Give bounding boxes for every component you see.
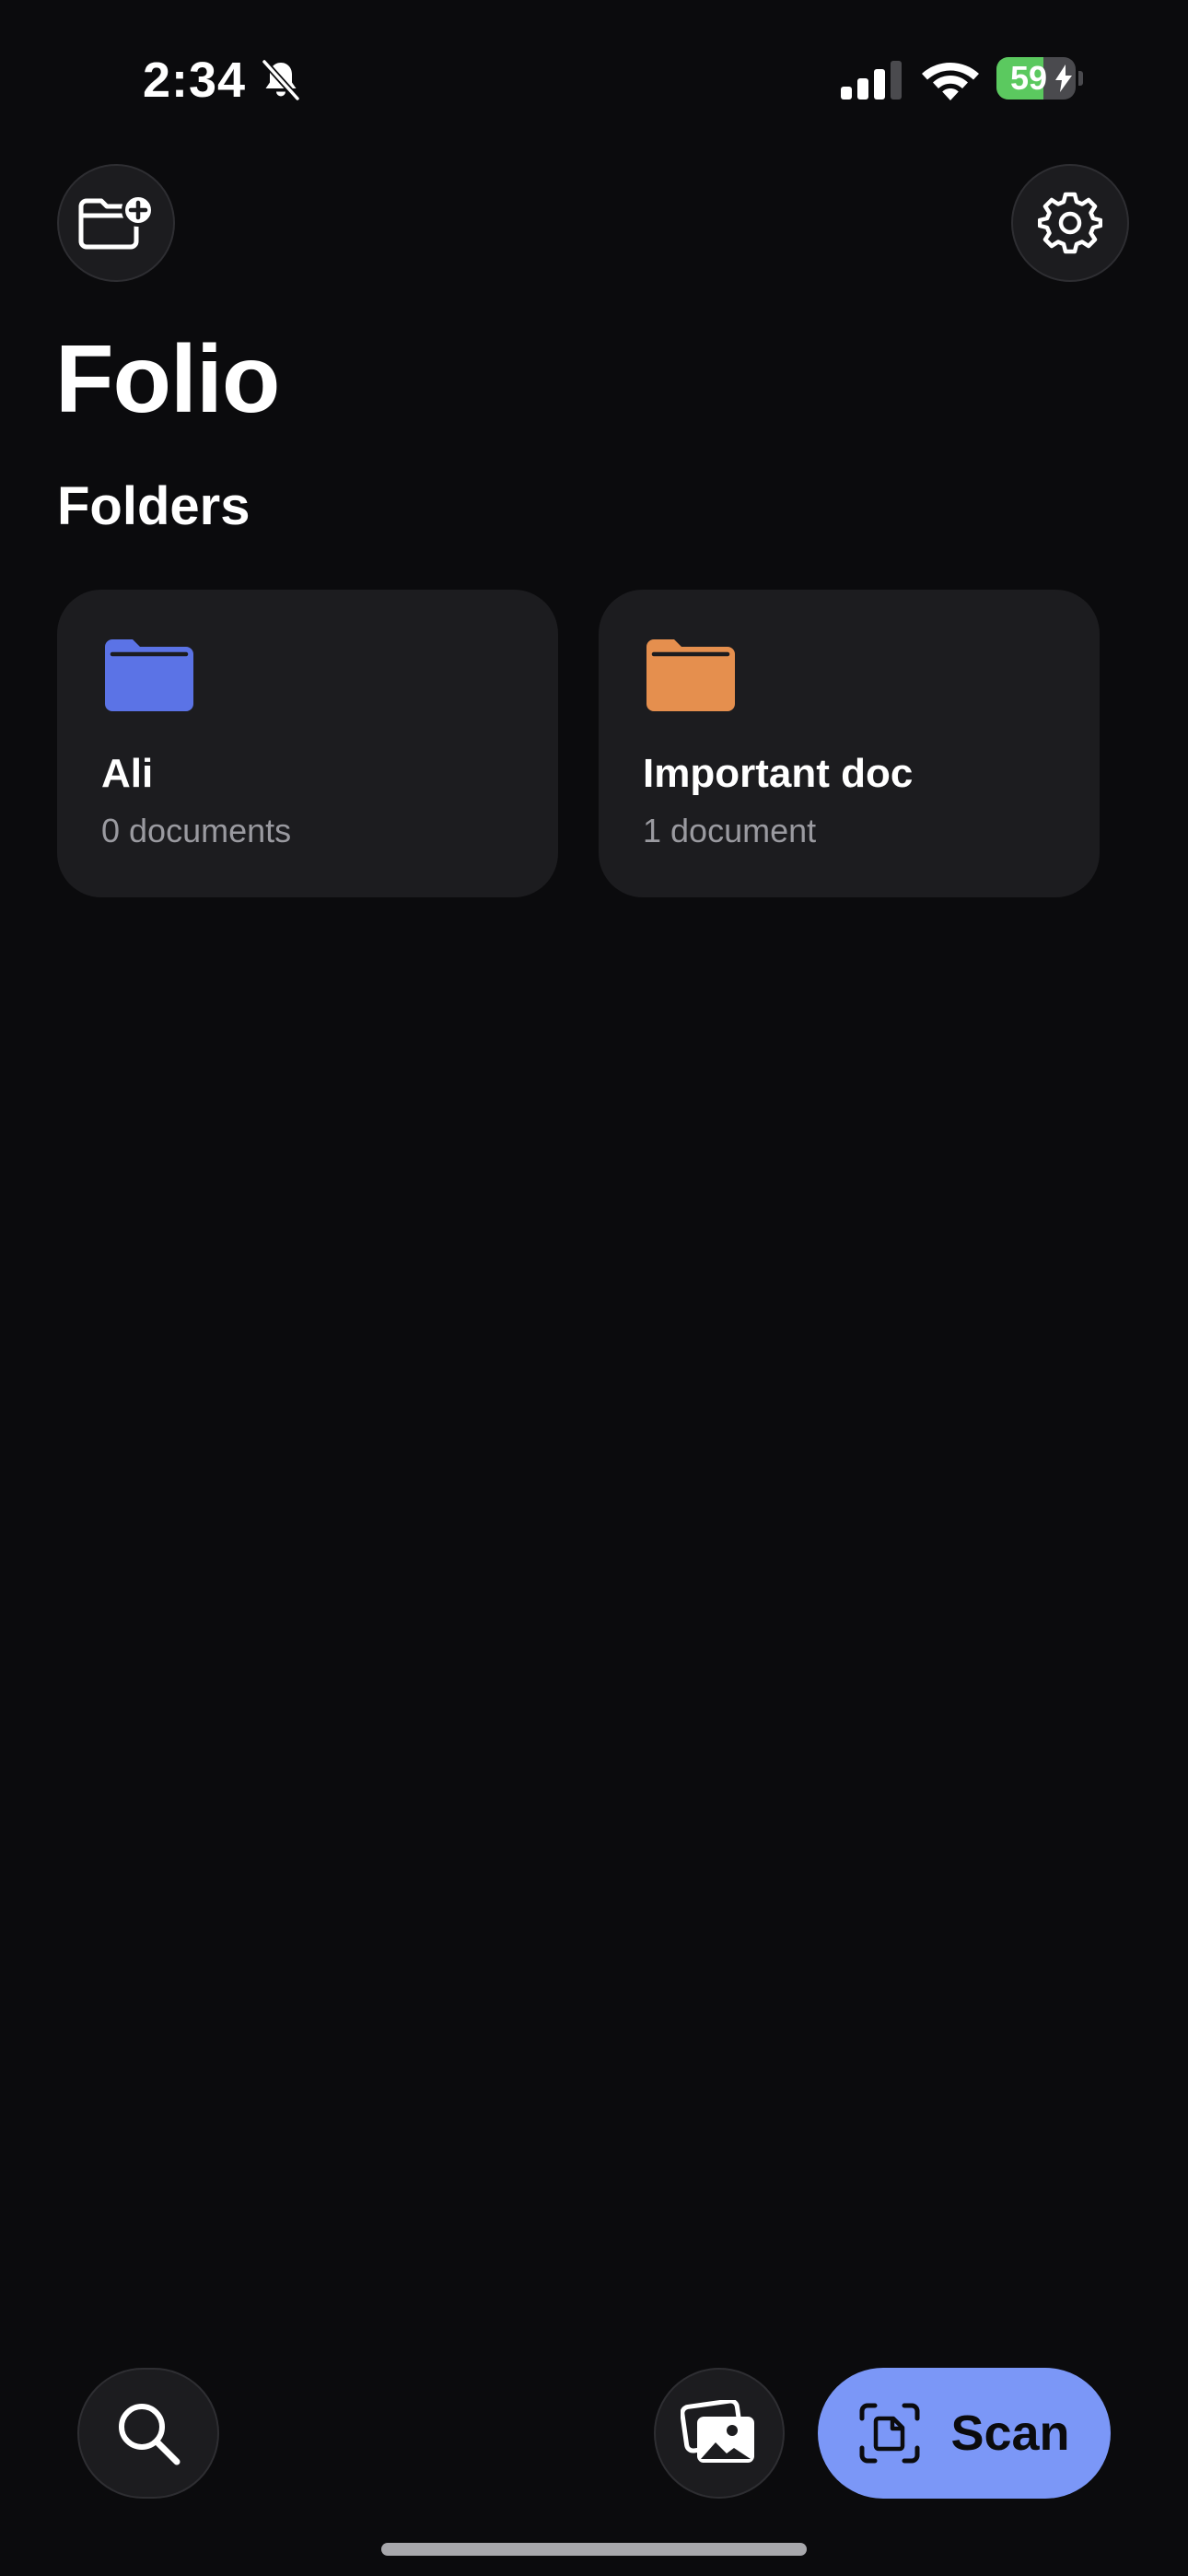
page-title: Folio — [55, 326, 280, 433]
battery-icon: 59 — [996, 57, 1076, 100]
search-icon — [119, 2404, 181, 2465]
photos-icon — [681, 2400, 754, 2463]
status-bar: 2:34 59 — [0, 0, 1188, 157]
new-folder-button[interactable] — [57, 164, 175, 282]
battery-nub — [1078, 71, 1083, 86]
scan-button[interactable]: Scan — [818, 2368, 1111, 2499]
battery-indicator: 59 — [996, 57, 1083, 100]
folder-icon — [105, 639, 193, 711]
document-scan-icon — [859, 2403, 920, 2464]
folder-name: Important doc — [643, 751, 914, 796]
folder-name: Ali — [101, 751, 154, 796]
gear-icon — [1038, 192, 1102, 254]
folder-plus-icon — [78, 193, 155, 250]
wifi-icon — [922, 63, 979, 100]
status-time: 2:34 — [143, 53, 247, 108]
search-button[interactable] — [77, 2368, 219, 2499]
bolt-icon — [1055, 64, 1072, 92]
folder-card-ali[interactable]: Ali 0 documents — [57, 590, 558, 897]
folder-card-important-doc[interactable]: Important doc 1 document — [599, 590, 1100, 897]
folder-document-count: 1 document — [643, 812, 817, 849]
import-photos-button[interactable] — [654, 2368, 785, 2499]
scan-label: Scan — [950, 2406, 1070, 2461]
folder-document-count: 0 documents — [101, 812, 292, 849]
section-title-folders: Folders — [57, 476, 250, 536]
signal-icon — [841, 61, 902, 100]
home-indicator[interactable] — [381, 2543, 807, 2556]
bell-slash-icon — [261, 58, 301, 102]
folder-icon — [646, 639, 735, 711]
settings-button[interactable] — [1011, 164, 1129, 282]
battery-level: 59 — [1009, 59, 1048, 97]
